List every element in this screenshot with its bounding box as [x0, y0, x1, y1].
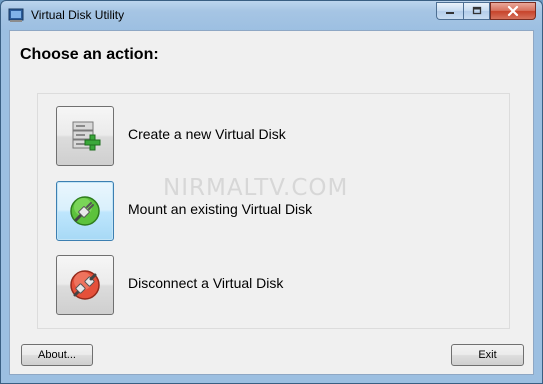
about-button[interactable]: About...: [21, 344, 93, 366]
app-window: Virtual Disk Utility Choose an action: C…: [0, 0, 543, 384]
create-disk-button[interactable]: [56, 106, 114, 166]
app-icon: [8, 8, 24, 22]
client-area: Choose an action: Create a new Virtual D…: [9, 30, 534, 375]
disconnect-disk-button[interactable]: [56, 255, 114, 315]
watermark: NIRMALTV.COM: [163, 175, 349, 201]
create-disk-icon: [72, 121, 101, 151]
mount-plug-icon: [70, 196, 100, 226]
action-create: Create a new Virtual Disk: [38, 104, 498, 168]
window-title: Virtual Disk Utility: [31, 8, 125, 22]
disconnect-disk-label: Disconnect a Virtual Disk: [128, 275, 284, 291]
maximize-button[interactable]: [463, 2, 490, 20]
minimize-icon: [446, 12, 454, 14]
action-disconnect: Disconnect a Virtual Disk: [38, 253, 498, 317]
close-button[interactable]: [490, 2, 536, 20]
mount-disk-label: Mount an existing Virtual Disk: [128, 201, 313, 217]
caption-buttons: [436, 2, 536, 21]
minimize-button[interactable]: [436, 2, 463, 20]
exit-button[interactable]: Exit: [451, 344, 524, 366]
maximize-icon: [472, 6, 481, 15]
page-title: Choose an action:: [20, 46, 159, 63]
title-bar[interactable]: Virtual Disk Utility: [1, 1, 542, 29]
mount-disk-button[interactable]: [56, 181, 114, 241]
actions-panel: Create a new Virtual Disk Mount an exist…: [37, 93, 510, 329]
create-disk-label: Create a new Virtual Disk: [128, 126, 286, 142]
close-icon: [507, 5, 519, 17]
disconnect-plug-icon: [70, 270, 100, 300]
